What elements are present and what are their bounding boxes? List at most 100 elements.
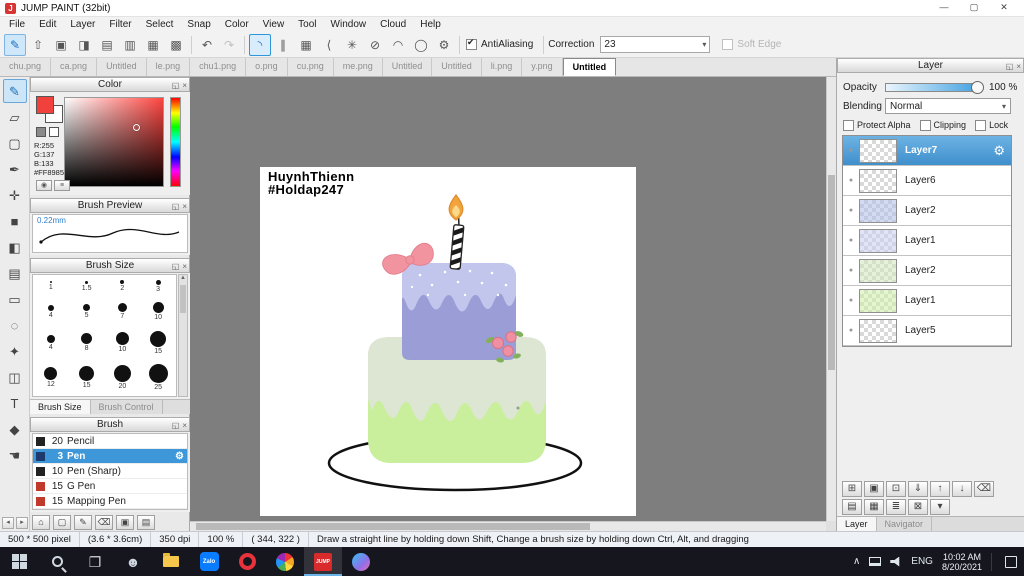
brush-folder-icon[interactable]: ▣ <box>116 515 134 530</box>
saturation-value-picker[interactable] <box>64 97 164 187</box>
move-layer-up-icon[interactable]: ↑ <box>930 481 950 497</box>
grid-snap-icon[interactable]: ▦ <box>295 34 317 56</box>
Layer2[interactable]: ● Layer2 ⚙ <box>843 256 1011 286</box>
opacity-slider[interactable] <box>885 80 984 94</box>
brush-size-option[interactable]: 1 <box>33 275 69 298</box>
brush-size-option[interactable]: 2 <box>105 275 141 298</box>
G Pen[interactable]: 15 G Pen ⚙ <box>33 479 187 494</box>
eye-icon[interactable]: ◉ <box>36 180 52 191</box>
brush-size-option[interactable]: 1.5 <box>69 275 105 298</box>
bucket-tool[interactable]: ◧ <box>3 235 27 259</box>
menu-item[interactable]: Edit <box>32 17 63 32</box>
close-panel-icon[interactable]: × <box>1016 60 1021 73</box>
visibility-icon[interactable]: ● <box>843 297 859 304</box>
menu-item[interactable]: Help <box>413 17 448 32</box>
menu-item[interactable]: View <box>256 17 292 32</box>
close-button[interactable]: ✕ <box>989 0 1019 16</box>
brush-size-option[interactable]: 4 <box>33 326 69 360</box>
opera-button[interactable] <box>228 547 266 576</box>
paint-app-button[interactable] <box>266 547 304 576</box>
canvas-vertical-scrollbar[interactable] <box>826 77 836 521</box>
soft-edge-checkbox[interactable] <box>722 39 734 50</box>
tab-layer[interactable]: Layer <box>837 517 877 531</box>
add-folder-icon[interactable]: ▣ <box>864 481 884 497</box>
print-icon[interactable]: ▦ <box>142 34 164 56</box>
document-tab[interactable]: y.png <box>522 58 563 76</box>
brush-size-option[interactable]: 4 <box>33 298 69 327</box>
magic-wand-tool[interactable]: ✦ <box>3 339 27 363</box>
menu-item[interactable]: Snap <box>180 17 217 32</box>
document-tab[interactable]: Untitled <box>97 58 147 76</box>
checkbox[interactable] <box>843 119 854 131</box>
zalo-button[interactable]: Zalo <box>190 547 228 576</box>
blending-select[interactable]: Normal ▾ <box>885 98 1011 114</box>
medibang-button[interactable] <box>342 547 380 576</box>
curve-snap-icon[interactable]: ◠ <box>387 34 409 56</box>
maximize-button[interactable]: ▢ <box>959 0 989 16</box>
hue-slider[interactable] <box>170 97 181 187</box>
scrollbar-thumb[interactable] <box>196 523 591 530</box>
scroll-up-icon[interactable]: ▲ <box>180 275 186 281</box>
menu-item[interactable]: Filter <box>102 17 138 32</box>
paint-icon[interactable]: ✎ <box>4 33 26 56</box>
people-button[interactable]: ☻ <box>114 547 152 576</box>
merge-down-icon[interactable]: ⇓ <box>908 481 928 497</box>
document-tab[interactable]: le.png <box>147 58 191 76</box>
fill-rect-tool[interactable]: ■ <box>3 209 27 233</box>
monitor-icon[interactable]: ▣ <box>50 34 72 56</box>
menu-item[interactable]: Cloud <box>373 17 413 32</box>
Layer7[interactable]: ● Layer7 ⚙ <box>843 136 1011 166</box>
brush-size-option[interactable]: 5 <box>69 298 105 327</box>
Layer5[interactable]: ● Layer5 ⚙ <box>843 316 1011 346</box>
Pen (Sharp)[interactable]: 10 Pen (Sharp) ⚙ <box>33 464 187 479</box>
snap-off-icon[interactable]: ⊘ <box>364 34 386 56</box>
brush-size-option[interactable]: 10 <box>105 326 141 360</box>
gear-icon[interactable]: ⚙ <box>993 143 1005 159</box>
brush-size-option[interactable]: 10 <box>140 298 176 327</box>
export-icon[interactable]: ▥ <box>119 34 141 56</box>
Pen[interactable]: 3 Pen ⚙ <box>33 449 187 464</box>
gradient-tool[interactable]: ▤ <box>3 261 27 285</box>
vanishing-snap-icon[interactable]: ⟨ <box>318 34 340 56</box>
delete-brush-icon[interactable]: ⌫ <box>95 515 113 530</box>
tray-expand-button[interactable]: ∧ <box>853 556 860 567</box>
eyedropper-tool[interactable]: ◆ <box>3 417 27 441</box>
Layer2[interactable]: ● Layer2 ⚙ <box>843 196 1011 226</box>
upload-icon[interactable]: ⇧ <box>27 34 49 56</box>
marquee-tool[interactable]: ▭ <box>3 287 27 311</box>
snap-settings-icon[interactable]: ⚙ <box>433 34 455 56</box>
table-icon[interactable]: ▩ <box>165 34 187 56</box>
menu-item[interactable]: Tool <box>291 17 323 32</box>
menu-item[interactable]: Select <box>139 17 181 32</box>
layer-list-icon[interactable]: ≣ <box>886 499 906 515</box>
checkbox[interactable] <box>975 119 987 131</box>
edit-brush-icon[interactable]: ✎ <box>74 515 92 530</box>
undo-icon[interactable]: ↶ <box>196 34 218 56</box>
slider-knob[interactable] <box>971 80 984 94</box>
pen-tool[interactable]: ✎ <box>2 79 27 103</box>
divide-tool[interactable]: ◫ <box>3 365 27 389</box>
lasso-tool[interactable]: ◌ <box>3 313 27 337</box>
document-tab[interactable]: me.png <box>334 58 383 76</box>
scrollbar-thumb[interactable] <box>180 285 186 313</box>
save-icon[interactable]: ▤ <box>96 34 118 56</box>
close-panel-icon[interactable]: × <box>182 79 187 92</box>
document-tab[interactable]: chu1.png <box>190 58 247 76</box>
move-tool[interactable]: ✛ <box>3 183 27 207</box>
Layer1[interactable]: ● Layer1 ⚙ <box>843 226 1011 256</box>
new-brush-icon[interactable]: ▢ <box>53 515 71 530</box>
palette-swatch[interactable] <box>49 127 59 137</box>
canvas-horizontal-scrollbar[interactable] <box>190 521 826 531</box>
task-view-button[interactable]: ❐ <box>76 547 114 576</box>
ellipse-snap-icon[interactable]: ◯ <box>410 34 432 56</box>
parallel-snap-icon[interactable]: ∥ <box>272 34 294 56</box>
document-tab[interactable]: ca.png <box>51 58 98 76</box>
search-button[interactable] <box>38 547 76 576</box>
document-tab[interactable]: Untitled <box>562 58 617 76</box>
start-button[interactable] <box>0 547 38 576</box>
document-tab[interactable]: Untitled <box>383 58 433 76</box>
visibility-icon[interactable]: ● <box>843 177 859 184</box>
float-panel-icon[interactable]: ◱ <box>1006 60 1014 73</box>
antialiasing-checkbox[interactable]: ✔ <box>466 37 477 50</box>
foreground-color-swatch[interactable] <box>36 96 54 114</box>
